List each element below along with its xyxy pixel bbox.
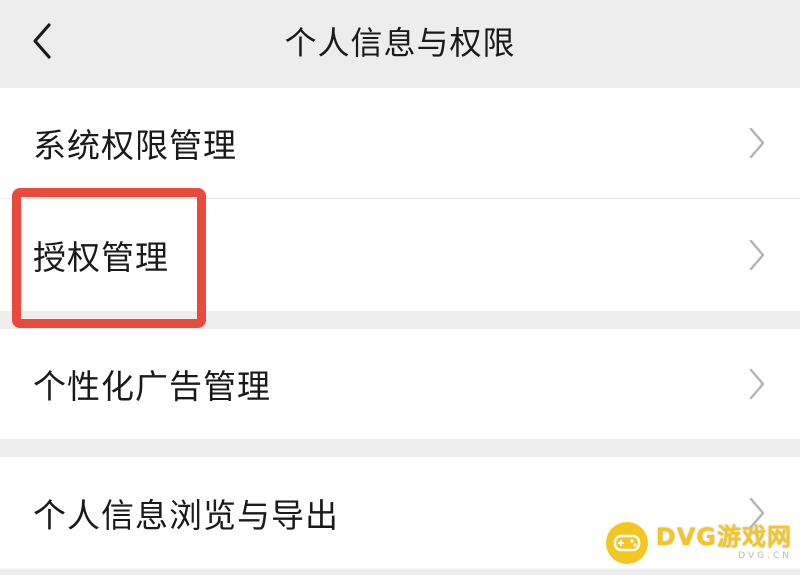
watermark-subtext: DVG.CN (738, 551, 792, 561)
nav-header: 个人信息与权限 (0, 0, 800, 86)
watermark: DVG游戏网 DVG.CN (605, 519, 792, 567)
page-title: 个人信息与权限 (284, 24, 516, 62)
menu-item-label: 系统权限管理 (33, 126, 237, 165)
menu-item-personalized-ads[interactable]: 个性化广告管理 (0, 329, 800, 439)
menu-item-label: 个性化广告管理 (33, 367, 271, 406)
menu-item-label: 个人信息浏览与导出 (33, 496, 339, 535)
chevron-right-icon (749, 368, 765, 400)
highlight-box (12, 188, 206, 328)
chevron-right-icon (749, 239, 765, 271)
watermark-text-block: DVG游戏网 DVG.CN (656, 525, 792, 561)
gamepad-icon (605, 522, 648, 564)
watermark-text: DVG游戏网 (655, 523, 792, 551)
chevron-right-icon (749, 127, 765, 159)
menu-item-system-permissions[interactable]: 系统权限管理 (0, 88, 800, 198)
